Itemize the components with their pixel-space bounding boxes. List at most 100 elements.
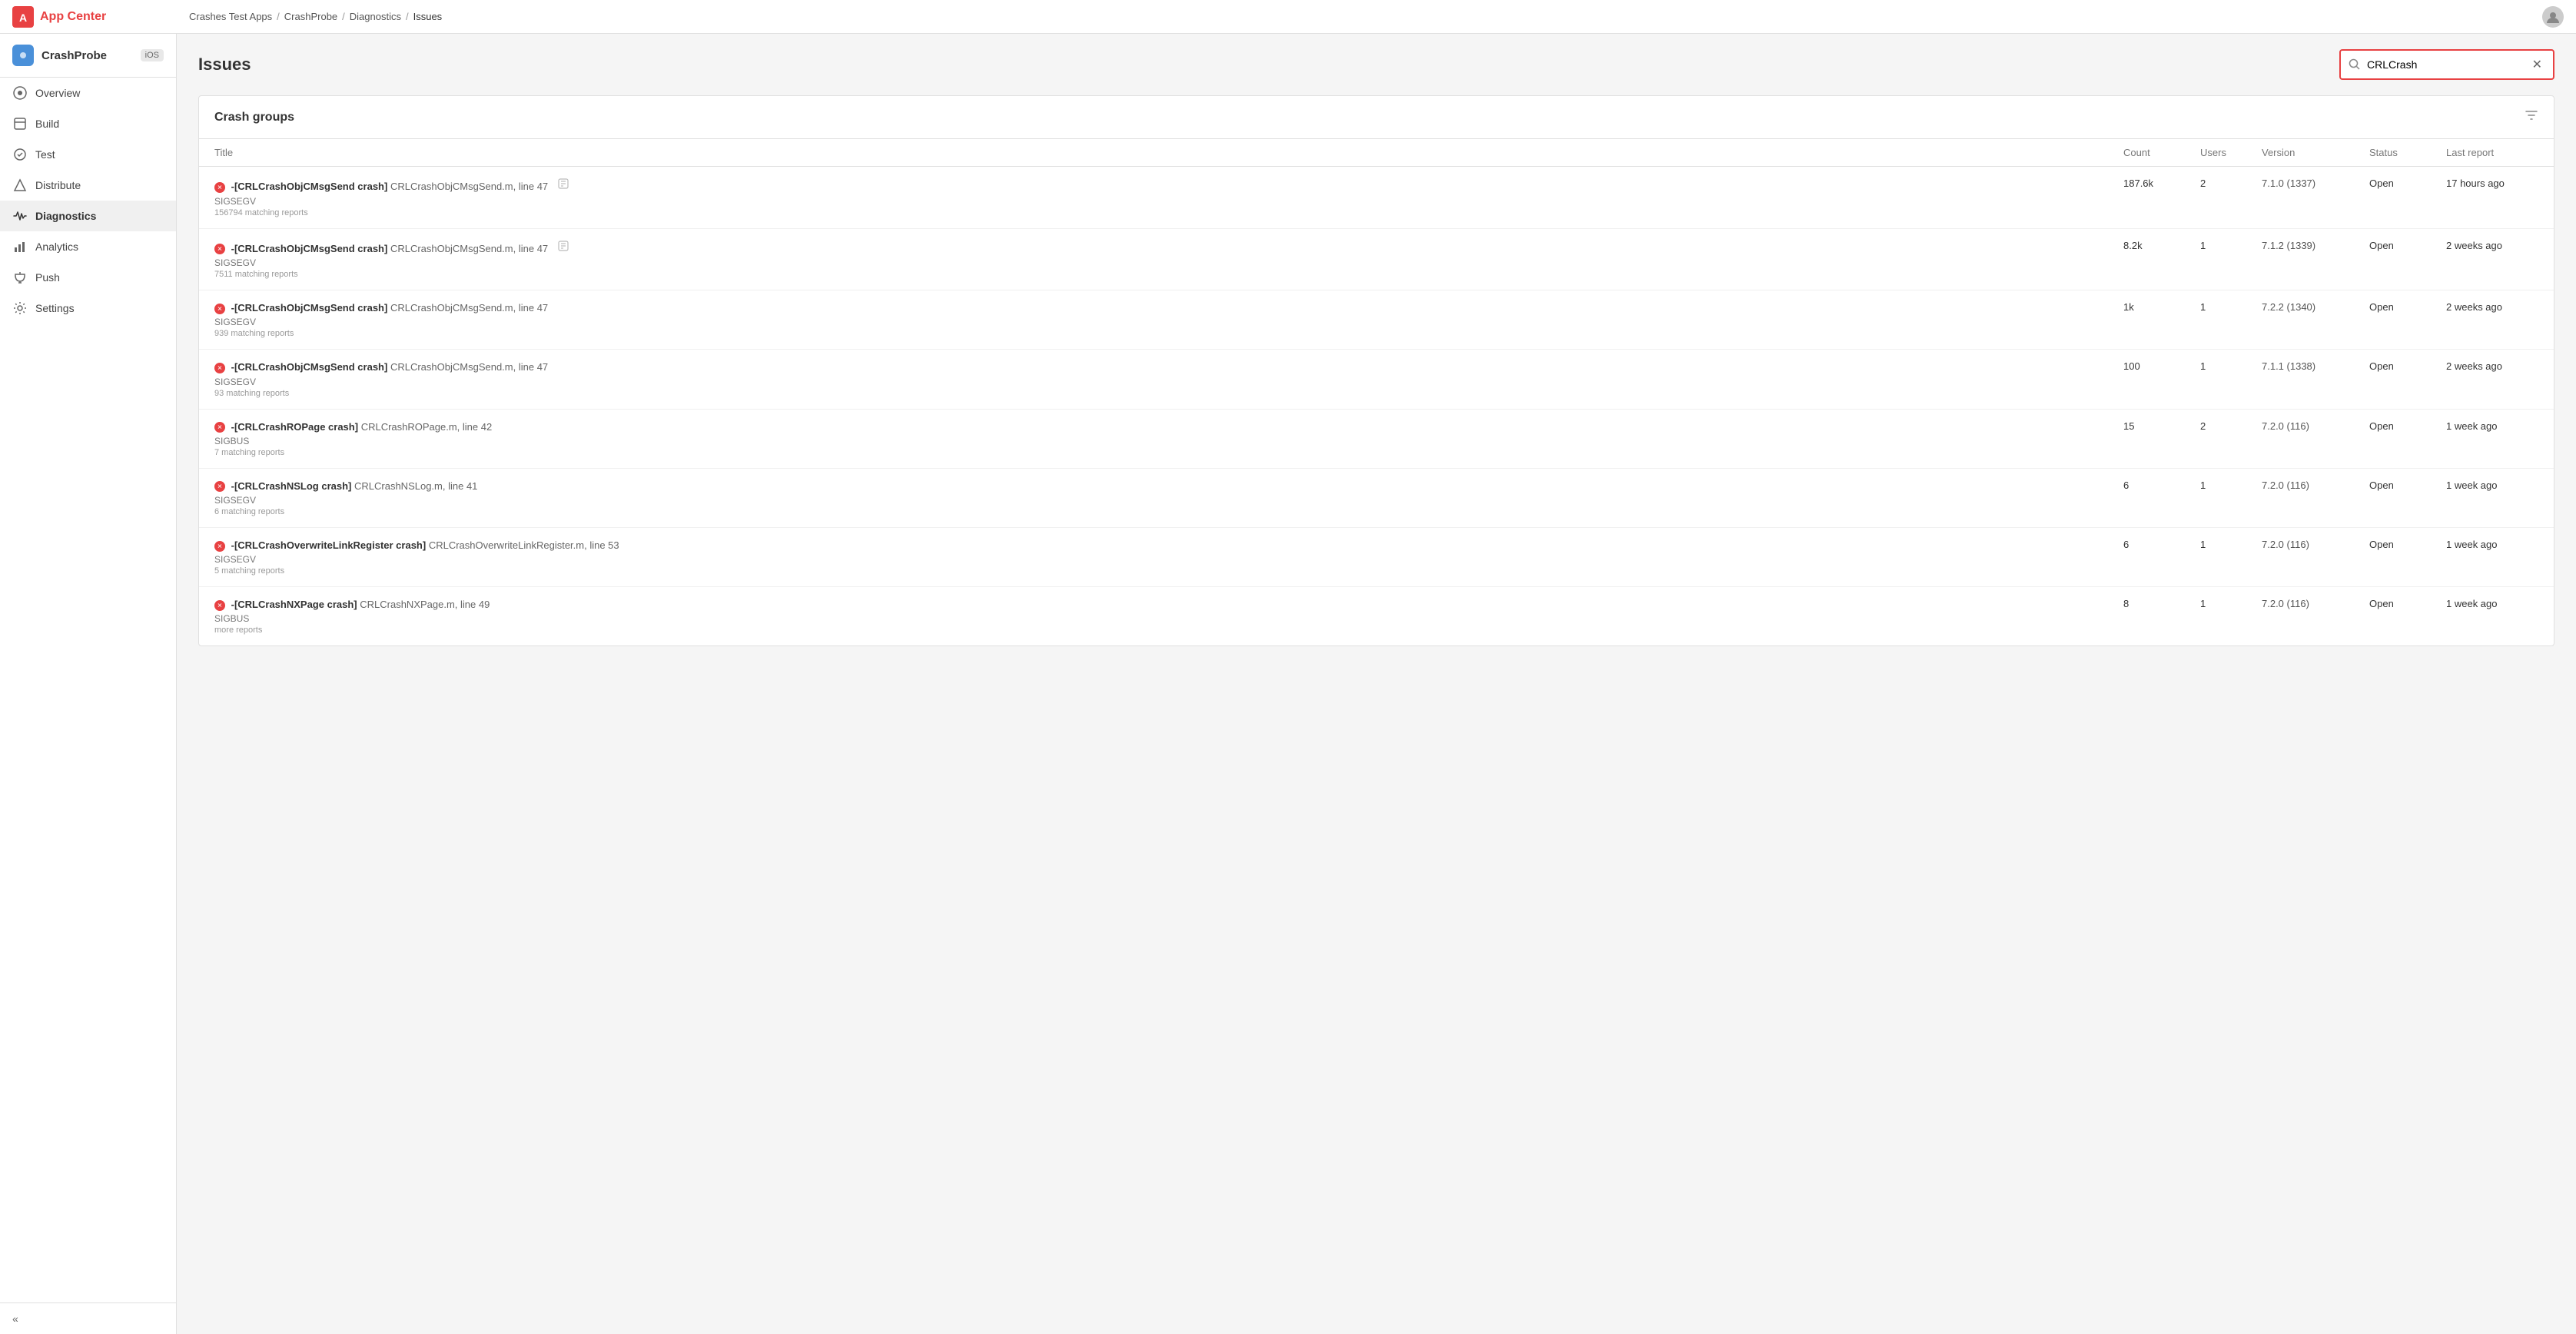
table-row[interactable]: -[CRLCrashOverwriteLinkRegister crash] C… [199, 528, 2554, 587]
crash-count: 6 [2123, 539, 2200, 550]
crash-name: -[CRLCrashNSLog crash] CRLCrashNSLog.m, … [214, 480, 2123, 493]
table-row[interactable]: -[CRLCrashObjCMsgSend crash] CRLCrashObj… [199, 167, 2554, 229]
breadcrumb-item-3[interactable]: Diagnostics [350, 11, 401, 22]
crash-signal: SIGSEGV [214, 495, 2123, 506]
sidebar-item-diagnostics[interactable]: Diagnostics [0, 201, 176, 231]
crash-name: -[CRLCrashOverwriteLinkRegister crash] C… [214, 539, 2123, 553]
crash-title-cell[interactable]: -[CRLCrashObjCMsgSend crash] CRLCrashObj… [214, 178, 2123, 217]
crash-signal: SIGBUS [214, 613, 2123, 624]
crash-reports: 5 matching reports [214, 566, 2123, 576]
crash-file: CRLCrashROPage.m, line 42 [361, 421, 493, 433]
sidebar-item-settings[interactable]: Settings [0, 293, 176, 324]
table-row[interactable]: -[CRLCrashNSLog crash] CRLCrashNSLog.m, … [199, 469, 2554, 528]
crash-name: -[CRLCrashObjCMsgSend crash] CRLCrashObj… [214, 240, 2123, 257]
table-row[interactable]: -[CRLCrashObjCMsgSend crash] CRLCrashObj… [199, 290, 2554, 350]
sidebar-item-overview[interactable]: Overview [0, 78, 176, 108]
crash-users: 2 [2200, 178, 2262, 189]
filter-icon[interactable] [2525, 108, 2538, 126]
crash-users: 1 [2200, 240, 2262, 251]
distribute-label: Distribute [35, 179, 81, 191]
crash-reports: 156794 matching reports [214, 208, 2123, 217]
table-row[interactable]: -[CRLCrashObjCMsgSend crash] CRLCrashObj… [199, 350, 2554, 409]
user-avatar[interactable] [2542, 6, 2564, 28]
col-header-last-report: Last report [2446, 147, 2538, 158]
crash-file: CRLCrashNSLog.m, line 41 [354, 480, 477, 492]
search-clear-button[interactable]: ✕ [2529, 55, 2545, 74]
crash-reports: 93 matching reports [214, 389, 2123, 398]
note-icon[interactable] [557, 180, 569, 192]
crash-title-cell[interactable]: -[CRLCrashObjCMsgSend crash] CRLCrashObj… [214, 240, 2123, 280]
crash-method: -[CRLCrashNXPage crash] [231, 599, 357, 610]
crash-method: -[CRLCrashObjCMsgSend crash] [231, 243, 388, 254]
analytics-icon [12, 239, 28, 254]
sidebar-item-analytics[interactable]: Analytics [0, 231, 176, 262]
sidebar-item-distribute[interactable]: Distribute [0, 170, 176, 201]
crash-version: 7.1.1 (1338) [2262, 360, 2369, 372]
crash-version: 7.2.0 (116) [2262, 480, 2369, 491]
top-nav-right [2542, 6, 2564, 28]
overview-label: Overview [35, 87, 80, 99]
crash-title-cell[interactable]: -[CRLCrashNSLog crash] CRLCrashNSLog.m, … [214, 480, 2123, 516]
app-info: CrashProbe [12, 45, 107, 66]
settings-label: Settings [35, 302, 75, 314]
crash-count: 6 [2123, 480, 2200, 491]
app-icon [12, 45, 34, 66]
col-header-status: Status [2369, 147, 2446, 158]
crash-status: Open [2369, 539, 2446, 550]
crash-count: 100 [2123, 360, 2200, 372]
col-header-users: Users [2200, 147, 2262, 158]
breadcrumb-sep-2: / [342, 11, 345, 22]
sidebar-item-push[interactable]: Push [0, 262, 176, 293]
crash-file: CRLCrashObjCMsgSend.m, line 47 [390, 181, 548, 192]
crash-version: 7.2.0 (116) [2262, 598, 2369, 609]
crash-title-cell[interactable]: -[CRLCrashOverwriteLinkRegister crash] C… [214, 539, 2123, 576]
table-row[interactable]: -[CRLCrashROPage crash] CRLCrashROPage.m… [199, 410, 2554, 469]
sidebar-item-test[interactable]: Test [0, 139, 176, 170]
crash-users: 1 [2200, 598, 2262, 609]
crash-file: CRLCrashObjCMsgSend.m, line 47 [390, 302, 548, 314]
crash-error-icon [214, 363, 225, 373]
app-title: App Center [40, 10, 106, 24]
crash-count: 187.6k [2123, 178, 2200, 189]
crash-title-cell[interactable]: -[CRLCrashObjCMsgSend crash] CRLCrashObj… [214, 301, 2123, 338]
crash-last-report: 1 week ago [2446, 420, 2538, 432]
crash-status: Open [2369, 178, 2446, 189]
crash-name: -[CRLCrashObjCMsgSend crash] CRLCrashObj… [214, 360, 2123, 374]
crash-method: -[CRLCrashObjCMsgSend crash] [231, 302, 388, 314]
table-header: Title Count Users Version Status Last re… [199, 139, 2554, 167]
search-input[interactable] [2367, 58, 2523, 71]
crash-error-icon [214, 481, 225, 492]
crash-name: -[CRLCrashROPage crash] CRLCrashROPage.m… [214, 420, 2123, 434]
crash-reports: 7 matching reports [214, 448, 2123, 457]
app-logo[interactable]: A App Center [12, 6, 189, 28]
sidebar-nav: Overview Build Test Distribute Diagnosti… [0, 78, 176, 324]
table-row[interactable]: -[CRLCrashObjCMsgSend crash] CRLCrashObj… [199, 229, 2554, 291]
crash-file: CRLCrashOverwriteLinkRegister.m, line 53 [429, 539, 619, 551]
breadcrumb-item-1[interactable]: Crashes Test Apps [189, 11, 272, 22]
crash-error-icon [214, 422, 225, 433]
breadcrumb-sep-3: / [406, 11, 409, 22]
crash-rows-container: -[CRLCrashObjCMsgSend crash] CRLCrashObj… [199, 167, 2554, 645]
crash-users: 2 [2200, 420, 2262, 432]
sidebar-collapse-button[interactable]: « [0, 1302, 176, 1334]
crash-error-icon [214, 541, 225, 552]
sidebar-item-build[interactable]: Build [0, 108, 176, 139]
page-title: Issues [198, 55, 251, 75]
sidebar: CrashProbe iOS Overview Build Test [0, 34, 177, 1334]
crash-last-report: 2 weeks ago [2446, 360, 2538, 372]
note-icon[interactable] [557, 242, 569, 254]
crash-title-cell[interactable]: -[CRLCrashNXPage crash] CRLCrashNXPage.m… [214, 598, 2123, 635]
crash-version: 7.1.2 (1339) [2262, 240, 2369, 251]
table-row[interactable]: -[CRLCrashNXPage crash] CRLCrashNXPage.m… [199, 587, 2554, 645]
crash-title-cell[interactable]: -[CRLCrashROPage crash] CRLCrashROPage.m… [214, 420, 2123, 457]
crash-version: 7.2.0 (116) [2262, 420, 2369, 432]
crash-title-cell[interactable]: -[CRLCrashObjCMsgSend crash] CRLCrashObj… [214, 360, 2123, 397]
crash-users: 1 [2200, 480, 2262, 491]
svg-text:A: A [19, 12, 27, 24]
crash-file: CRLCrashObjCMsgSend.m, line 47 [390, 361, 548, 373]
push-icon [12, 270, 28, 285]
distribute-icon [12, 178, 28, 193]
breadcrumb-item-2[interactable]: CrashProbe [284, 11, 337, 22]
crash-reports: 939 matching reports [214, 329, 2123, 338]
crash-method: -[CRLCrashObjCMsgSend crash] [231, 361, 388, 373]
